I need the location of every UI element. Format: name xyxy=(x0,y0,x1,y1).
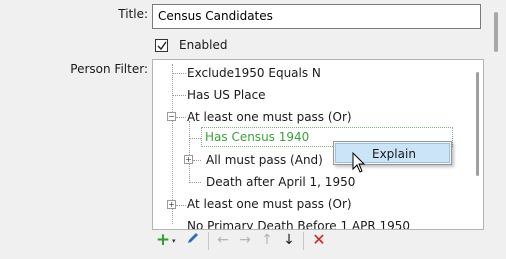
tree-node[interactable]: Exclude1950 Equals N xyxy=(187,64,321,82)
title-label: Title: xyxy=(118,7,148,21)
delete-icon[interactable]: ✕ xyxy=(310,231,328,249)
tree-node[interactable]: Has US Place xyxy=(187,86,266,104)
panel-scrollbar[interactable] xyxy=(494,12,498,52)
title-input[interactable]: Census Candidates xyxy=(152,4,481,29)
person-filter-label: Person Filter: xyxy=(70,62,148,76)
move-right-icon[interactable]: → xyxy=(236,231,254,249)
tree-node[interactable]: Death after April 1, 1950 xyxy=(206,173,355,191)
chevron-down-icon[interactable]: ▾ xyxy=(172,237,176,245)
tree-node[interactable]: All must pass (And) xyxy=(206,151,323,169)
edit-icon[interactable] xyxy=(184,231,202,249)
tree-scrollbar[interactable] xyxy=(476,72,479,176)
expand-icon[interactable]: + xyxy=(167,200,176,209)
collapse-icon[interactable]: − xyxy=(167,112,176,121)
context-menu: Explain xyxy=(333,141,452,165)
enabled-checkbox[interactable] xyxy=(155,39,168,52)
check-icon xyxy=(157,41,167,51)
cursor-icon xyxy=(352,152,366,173)
move-down-icon[interactable]: ↓ xyxy=(280,231,298,249)
enabled-label: Enabled xyxy=(179,38,228,52)
move-up-icon[interactable]: ↑ xyxy=(258,231,276,249)
tree-node[interactable]: At least one must pass (Or) xyxy=(187,195,352,213)
filter-toolbar: + ▾ ← → ↑ ↓ ✕ xyxy=(152,230,336,252)
tree-node[interactable]: No Primary Death Before 1 APR 1950 xyxy=(187,217,410,229)
expand-icon[interactable]: + xyxy=(184,155,193,164)
add-icon[interactable]: + xyxy=(154,231,172,249)
move-left-icon[interactable]: ← xyxy=(214,231,232,249)
tree-node[interactable]: At least one must pass (Or) xyxy=(187,108,352,126)
